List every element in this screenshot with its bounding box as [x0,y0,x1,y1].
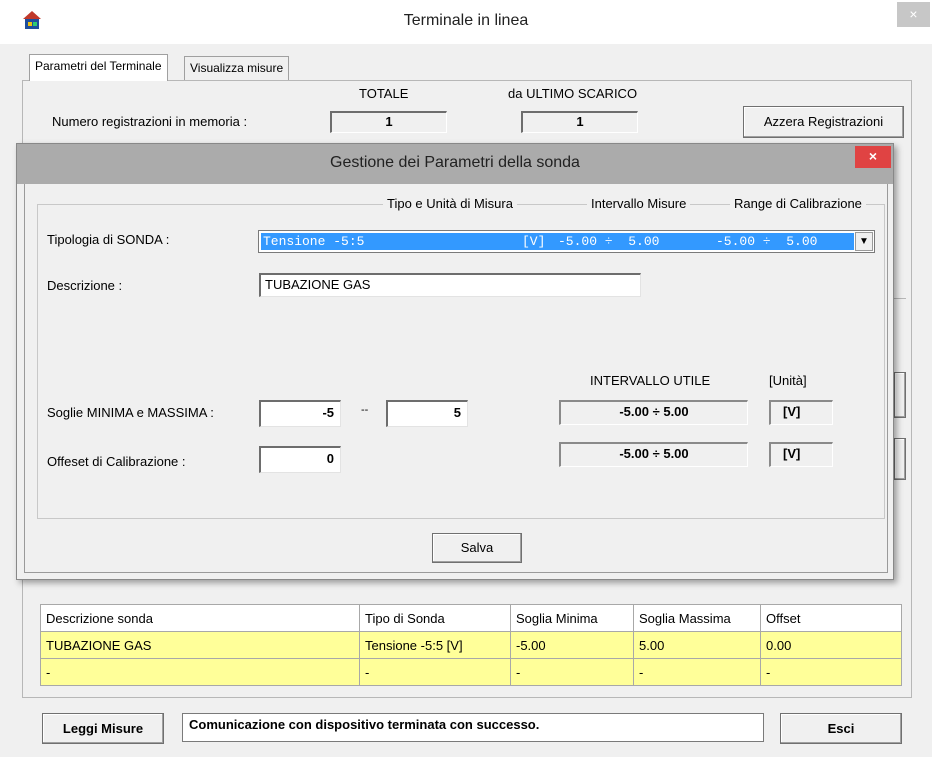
probe-type-name: Tensione -5:5 [263,234,365,249]
tab-terminal-parameters[interactable]: Parametri del Terminale [29,54,168,81]
last-download-records-value: 1 [521,111,638,133]
probe-type-label: Tipologia di SONDA : [47,232,170,247]
threshold-separator: -- [361,404,369,416]
table-cell[interactable]: - [359,658,511,686]
main-titlebar: Terminale in linea × [0,0,932,44]
table-cell[interactable]: 0.00 [760,631,902,659]
exit-button[interactable]: Esci [780,713,902,744]
type-unit-header: Tipo e Unità di Misura [383,196,517,211]
window-close-button[interactable]: × [897,2,930,27]
probe-table: Descrizione sonda Tipo di Sonda Soglia M… [40,604,902,686]
table-cell[interactable]: -5.00 [510,631,634,659]
probe-type-unit: [V] [522,234,546,249]
table-cell[interactable]: - [760,658,902,686]
measure-interval-header: Intervallo Misure [587,196,691,211]
probe-type-selected-value: Tensione -5:5 [V] -5.00 ÷ 5.00 -5.00 ÷ 5… [261,233,854,250]
column-header[interactable]: Descrizione sonda [40,604,360,632]
tab-view-measures[interactable]: Visualizza misure [184,56,290,81]
probe-type-select[interactable]: Tensione -5:5 [V] -5.00 ÷ 5.00 -5.00 ÷ 5… [258,230,875,253]
calibration-range-header: Range di Calibrazione [730,196,866,211]
probe-type-interval: -5.00 ÷ 5.00 [558,234,660,249]
column-header[interactable]: Offset [760,604,902,632]
probe-parameters-dialog: Gestione dei Parametri della sonda × Tip… [16,143,894,580]
table-cell[interactable]: - [40,658,360,686]
table-row[interactable]: - - - - - [40,658,902,686]
chevron-down-icon[interactable]: ▼ [855,232,873,251]
table-row[interactable]: TUBAZIONE GAS Tensione -5:5 [V] -5.00 5.… [40,631,902,659]
dialog-body: Tipo e Unità di Misura Intervallo Misure… [24,184,888,573]
unit-header: [Unità] [769,373,807,388]
status-message: Comunicazione con dispositivo terminata … [182,713,764,742]
column-header[interactable]: Soglia Massima [633,604,761,632]
offset-interval-value: -5.00 ÷ 5.00 [559,442,748,467]
reset-records-button[interactable]: Azzera Registrazioni [743,106,904,138]
offset-label: Offeset di Calibrazione : [47,454,186,469]
table-cell[interactable]: TUBAZIONE GAS [40,631,360,659]
threshold-interval-value: -5.00 ÷ 5.00 [559,400,748,425]
column-header[interactable]: Tipo di Sonda [359,604,511,632]
column-header[interactable]: Soglia Minima [510,604,634,632]
description-input[interactable]: TUBAZIONE GAS [259,273,641,297]
background-button[interactable] [894,438,906,480]
threshold-unit-value: [V] [769,400,833,425]
total-records-value: 1 [330,111,447,133]
min-threshold-input[interactable]: -5 [259,400,341,427]
last-download-header: da ULTIMO SCARICO [508,86,638,101]
table-cell[interactable]: Tensione -5:5 [V] [359,631,511,659]
memory-records-label: Numero registrazioni in memoria : [52,114,248,129]
useful-interval-header: INTERVALLO UTILE [590,373,711,388]
background-button[interactable] [894,372,906,418]
dialog-titlebar: Gestione dei Parametri della sonda × [17,144,893,184]
max-threshold-input[interactable]: 5 [386,400,468,427]
table-header-row: Descrizione sonda Tipo di Sonda Soglia M… [40,604,902,632]
offset-input[interactable]: 0 [259,446,341,473]
thresholds-label: Soglie MINIMA e MASSIMA : [47,405,214,420]
probe-type-range: -5.00 ÷ 5.00 [716,234,818,249]
read-measures-button[interactable]: Leggi Misure [42,713,164,744]
save-button[interactable]: Salva [432,533,522,563]
window-title: Terminale in linea [403,12,529,29]
dialog-title: Gestione dei Parametri della sonda [330,154,580,171]
description-label: Descrizione : [47,278,123,293]
total-header: TOTALE [359,86,409,101]
offset-unit-value: [V] [769,442,833,467]
table-cell[interactable]: 5.00 [633,631,761,659]
table-cell[interactable]: - [510,658,634,686]
table-cell[interactable]: - [633,658,761,686]
dialog-close-button[interactable]: × [855,146,891,168]
